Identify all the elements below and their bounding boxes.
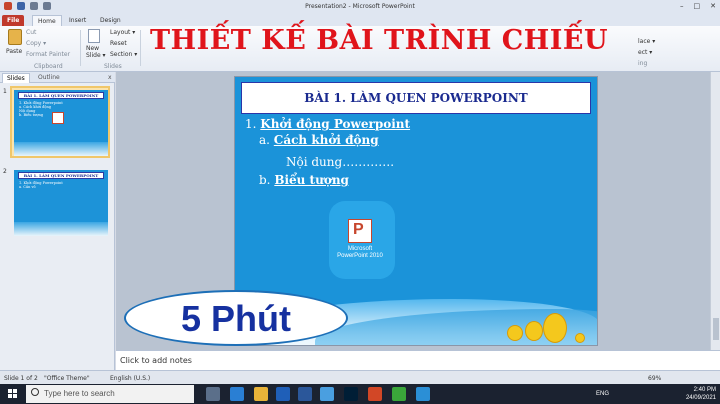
- windows-start-icon[interactable]: [8, 389, 18, 399]
- new-slide-icon[interactable]: [88, 29, 100, 43]
- powerpoint-taskbar-icon[interactable]: [368, 387, 382, 401]
- media-player-icon[interactable]: [416, 387, 430, 401]
- paste-icon[interactable]: [8, 29, 22, 45]
- format-painter-button[interactable]: Format Painter: [26, 51, 70, 58]
- vertical-scrollbar[interactable]: [710, 72, 720, 350]
- thumb-line: a. Cần vô: [19, 185, 36, 189]
- replace-button[interactable]: lace ▾: [638, 36, 720, 47]
- status-bar: Slide 1 of 2 "Office Theme" English (U.S…: [0, 370, 720, 384]
- store-icon[interactable]: [276, 387, 290, 401]
- outline-content[interactable]: Nội dung………….: [286, 155, 394, 169]
- notes-pane[interactable]: Click to add notes: [116, 350, 720, 370]
- zoom-level[interactable]: 69%: [648, 375, 661, 382]
- timer-text: 5 Phút: [180, 298, 291, 339]
- chrome-icon[interactable]: [320, 387, 334, 401]
- slide-count: Slide 1 of 2: [4, 375, 38, 382]
- slides-panel: Slides Outline x 1 BÀI 1. LÀM QUEN POWER…: [0, 72, 115, 370]
- clipboard-group-label: Clipboard: [34, 63, 63, 70]
- task-view-icon[interactable]: [206, 387, 220, 401]
- tab-design[interactable]: Design: [95, 15, 126, 26]
- word-icon[interactable]: [298, 387, 312, 401]
- outline-item-1a[interactable]: a. Cách khởi động: [259, 133, 379, 147]
- search-placeholder: Type here to search: [44, 389, 115, 398]
- overlay-headline: THIẾT KẾ BÀI TRÌNH CHIẾU: [150, 25, 609, 56]
- slide-title[interactable]: BÀI 1. LÀM QUEN POWERPOINT: [241, 82, 591, 114]
- slide-number: 1: [3, 88, 7, 95]
- edge-icon[interactable]: [230, 387, 244, 401]
- outline-text: Khởi động Powerpoint: [260, 117, 411, 131]
- powerpoint-icon[interactable]: [348, 219, 372, 243]
- ribbon-editing-group: lace ▾ ect ▾ ing: [632, 26, 720, 72]
- photoshop-icon[interactable]: [344, 387, 358, 401]
- tab-home[interactable]: Home: [32, 15, 62, 26]
- camtasia-icon[interactable]: [392, 387, 406, 401]
- outline-number: b.: [259, 173, 275, 187]
- outline-text: Biểu tượng: [274, 173, 349, 187]
- file-explorer-icon[interactable]: [254, 387, 268, 401]
- taskbar: Type here to search ENG 2:40 PM 24/09/20…: [0, 384, 720, 404]
- wave-decoration: [14, 142, 108, 156]
- copy-button[interactable]: Copy ▾: [26, 40, 46, 47]
- outline-item-1[interactable]: 1. Khởi động Powerpoint: [245, 117, 410, 131]
- tab-outline[interactable]: Outline: [34, 73, 64, 83]
- maximize-button[interactable]: □: [694, 2, 701, 10]
- chick-icon: [525, 321, 543, 341]
- clock-date: 24/09/2021: [685, 395, 716, 401]
- paste-button[interactable]: Paste: [6, 48, 22, 55]
- editing-group-label: ing: [638, 60, 648, 67]
- search-icon: [31, 388, 39, 396]
- slide-thumbnail-2[interactable]: BÀI 1. LÀM QUEN POWERPOINT 1. Khởi động …: [10, 166, 110, 238]
- slides-group-label: Slides: [104, 63, 122, 70]
- slide-number: 2: [3, 168, 7, 175]
- thumb-title: BÀI 1. LÀM QUEN POWERPOINT: [18, 92, 104, 99]
- outline-number: 1.: [245, 117, 261, 131]
- powerpoint-icon-label: Microsoft PowerPoint 2010: [337, 246, 383, 259]
- language-indicator[interactable]: English (U.S.): [110, 375, 150, 382]
- cut-button[interactable]: Cut: [26, 29, 36, 36]
- tab-file[interactable]: File: [2, 15, 25, 26]
- taskbar-search[interactable]: Type here to search: [26, 385, 194, 403]
- ppt-icon: [52, 112, 64, 124]
- timer-badge: 5 Phút: [124, 290, 348, 346]
- chick-icon: [507, 325, 523, 341]
- layout-button[interactable]: Layout ▾: [110, 29, 135, 36]
- tab-slides[interactable]: Slides: [2, 73, 30, 83]
- window-title: Presentation2 - Microsoft PowerPoint: [305, 3, 415, 10]
- close-button[interactable]: ✕: [710, 2, 716, 10]
- section-button[interactable]: Section ▾: [110, 51, 137, 58]
- tab-insert[interactable]: Insert: [64, 15, 91, 26]
- thumb-line: b. Biểu tượng: [19, 113, 43, 117]
- group-divider: [140, 30, 141, 66]
- reset-button[interactable]: Reset: [110, 40, 127, 47]
- theme-name: "Office Theme": [44, 375, 90, 382]
- outline-text: Cách khởi động: [273, 133, 379, 147]
- chick-icon: [575, 333, 585, 343]
- title-bar: Presentation2 - Microsoft PowerPoint – □…: [0, 0, 720, 14]
- scroll-thumb[interactable]: [713, 318, 719, 340]
- clock-time: 2:40 PM: [693, 387, 716, 393]
- group-divider: [80, 30, 81, 66]
- select-button[interactable]: ect ▾: [638, 47, 720, 58]
- slide-thumbnail-1[interactable]: BÀI 1. LÀM QUEN POWERPOINT 1. Khởi động …: [10, 86, 110, 158]
- panel-close-button[interactable]: x: [104, 73, 116, 83]
- chick-icon: [543, 313, 567, 343]
- new-slide-button[interactable]: New Slide ▾: [86, 45, 108, 59]
- outline-item-1b[interactable]: b. Biểu tượng: [259, 173, 349, 187]
- minimize-button[interactable]: –: [680, 2, 684, 10]
- outline-number: a.: [259, 133, 274, 147]
- wave-decoration: [14, 222, 108, 236]
- input-language[interactable]: ENG: [596, 391, 609, 397]
- clock[interactable]: 2:40 PM 24/09/2021: [686, 386, 716, 402]
- thumb-title: BÀI 1. LÀM QUEN POWERPOINT: [18, 172, 104, 179]
